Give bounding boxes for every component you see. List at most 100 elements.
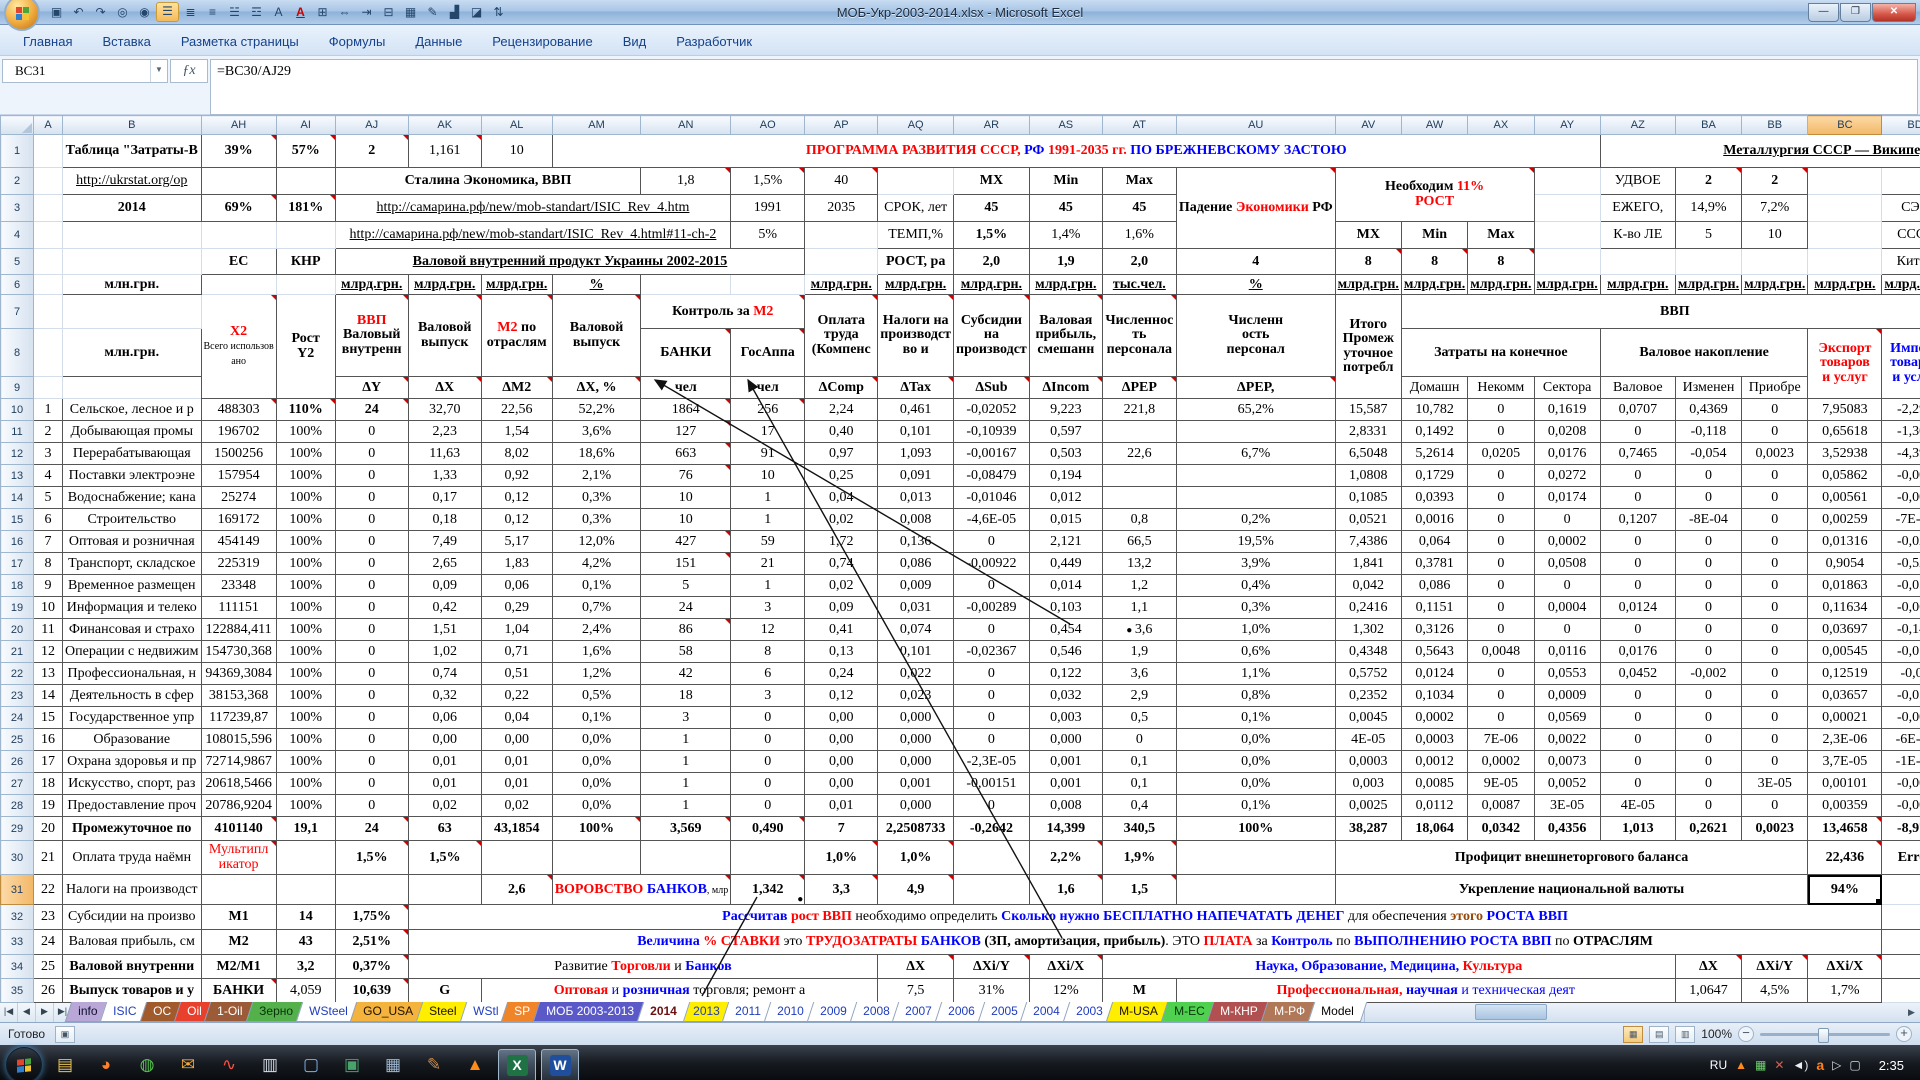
- cell-A25[interactable]: 16: [34, 729, 63, 751]
- column-header-AZ[interactable]: AZ: [1600, 116, 1675, 135]
- cell-AR17[interactable]: -0,00922: [954, 553, 1030, 575]
- column-header-AL[interactable]: AL: [481, 116, 552, 135]
- cell-BA10[interactable]: 0,4369: [1675, 399, 1741, 421]
- maximize-button[interactable]: ❐: [1840, 3, 1871, 22]
- cell-AX10[interactable]: 0: [1468, 399, 1534, 421]
- cell-AT30[interactable]: 1,9%: [1102, 841, 1176, 875]
- cell-AP3[interactable]: 2035: [805, 195, 878, 222]
- cell-AR25[interactable]: 0: [954, 729, 1030, 751]
- taskbar-excel-icon[interactable]: X: [498, 1049, 536, 1080]
- cell-AO10[interactable]: 256: [731, 399, 805, 421]
- cell-AJ30[interactable]: 1,5%: [335, 841, 408, 875]
- cell-AT35[interactable]: М: [1102, 979, 1176, 1003]
- cell-B10[interactable]: Сельское, лесное и р: [63, 399, 202, 421]
- cell-AI22[interactable]: 100%: [276, 663, 335, 685]
- align-right-icon[interactable]: ☲: [246, 3, 267, 21]
- cell-AK34[interactable]: Развитие Торговли и Банков: [408, 955, 878, 979]
- tray-blocked-icon[interactable]: ✕: [1774, 1059, 1784, 1071]
- horizontal-scrollbar[interactable]: ▶: [1364, 1002, 1920, 1022]
- cell-AY16[interactable]: 0,0002: [1534, 531, 1600, 553]
- cell-B8[interactable]: млн.грн.: [63, 329, 202, 377]
- horizontal-scroll-thumb[interactable]: [1475, 1004, 1547, 1020]
- cell-AO15[interactable]: 1: [731, 509, 805, 531]
- tray-vlc-icon[interactable]: ▲: [1735, 1059, 1747, 1071]
- cell-AS19[interactable]: 0,103: [1029, 597, 1102, 619]
- column-header-AN[interactable]: AN: [641, 116, 731, 135]
- cell-AY11[interactable]: 0,0208: [1534, 421, 1600, 443]
- page-break-view-icon[interactable]: ▥: [1675, 1026, 1695, 1043]
- cell-AT7[interactable]: Численностьперсонала: [1102, 295, 1176, 377]
- cell-AT4[interactable]: 1,6%: [1102, 222, 1176, 249]
- cell-AV13[interactable]: 1,0808: [1335, 465, 1401, 487]
- cell-BC34[interactable]: ΔXi/X: [1808, 955, 1882, 979]
- cell-AS34[interactable]: ΔXi/X: [1029, 955, 1102, 979]
- cell-AV12[interactable]: 6,5048: [1335, 443, 1401, 465]
- column-header-BD[interactable]: BD: [1882, 116, 1920, 135]
- cell-AN7[interactable]: Контроль за М2: [641, 295, 805, 329]
- cell-AW21[interactable]: 0,5643: [1401, 641, 1467, 663]
- cell-AV10[interactable]: 15,587: [1335, 399, 1401, 421]
- zoom-out-icon[interactable]: −: [1738, 1026, 1754, 1042]
- cell-AI6[interactable]: [276, 275, 335, 295]
- cell-AN24[interactable]: 3: [641, 707, 731, 729]
- cell-AU31[interactable]: [1176, 875, 1335, 905]
- row-header-22[interactable]: 22: [1, 663, 34, 685]
- cell-AY15[interactable]: 0: [1534, 509, 1600, 531]
- cell-BD15[interactable]: -7E-04: [1882, 509, 1920, 531]
- cell-BD21[interactable]: -0,016: [1882, 641, 1920, 663]
- cell-AR18[interactable]: 0: [954, 575, 1030, 597]
- cell-AZ11[interactable]: 0: [1600, 421, 1675, 443]
- cell-BB20[interactable]: 0: [1742, 619, 1808, 641]
- cell-BA18[interactable]: 0: [1675, 575, 1741, 597]
- cell-AS24[interactable]: 0,003: [1029, 707, 1102, 729]
- cell-AQ34[interactable]: ΔX: [878, 955, 954, 979]
- next-sheet-icon[interactable]: ▶: [36, 1002, 54, 1022]
- cell-AO20[interactable]: 12: [731, 619, 805, 641]
- cell-AH35[interactable]: БАНКИ: [201, 979, 276, 1003]
- cell-AV20[interactable]: 1,302: [1335, 619, 1401, 641]
- cell-AI26[interactable]: 100%: [276, 751, 335, 773]
- cell-AK22[interactable]: 0,74: [408, 663, 481, 685]
- cell-AN23[interactable]: 18: [641, 685, 731, 707]
- cell-BD14[interactable]: -0,004: [1882, 487, 1920, 509]
- cell-AH28[interactable]: 20786,9204: [201, 795, 276, 817]
- cell-AT17[interactable]: 13,2: [1102, 553, 1176, 575]
- row-header-33[interactable]: 33: [1, 930, 34, 955]
- cell-B1[interactable]: Таблица "Затраты-В: [63, 135, 202, 168]
- cell-AJ35[interactable]: 10,639: [335, 979, 408, 1003]
- font-color-icon[interactable]: A: [290, 3, 311, 21]
- macro-record-icon[interactable]: ▣: [55, 1026, 75, 1043]
- cell-AI5[interactable]: КНР: [276, 249, 335, 275]
- cell-AH7[interactable]: X2Всего использовано: [201, 295, 276, 399]
- cell-AH20[interactable]: 122884,411: [201, 619, 276, 641]
- cell-AJ24[interactable]: 0: [335, 707, 408, 729]
- cell-AR22[interactable]: 0: [954, 663, 1030, 685]
- cell-BC16[interactable]: 0,01316: [1808, 531, 1882, 553]
- cell-A35[interactable]: 26: [34, 979, 63, 1003]
- row-header-12[interactable]: 12: [1, 443, 34, 465]
- cell-AS10[interactable]: 9,223: [1029, 399, 1102, 421]
- cell-A16[interactable]: 7: [34, 531, 63, 553]
- cell-AK17[interactable]: 2,65: [408, 553, 481, 575]
- cell-AK33[interactable]: Величина % СТАВКИ это ТРУДОЗАТРАТЫ БАНКО…: [408, 930, 1882, 955]
- ribbon-tab-Вставка[interactable]: Вставка: [87, 29, 165, 55]
- cell-A18[interactable]: 9: [34, 575, 63, 597]
- cell-AP2[interactable]: 40: [805, 168, 878, 195]
- cell-BD2[interactable]: [1882, 168, 1920, 195]
- cell-AJ32[interactable]: 1,75%: [335, 905, 408, 930]
- cell-AR9[interactable]: ΔSub: [954, 377, 1030, 399]
- cell-B22[interactable]: Профессиональная, н: [63, 663, 202, 685]
- row-header-20[interactable]: 20: [1, 619, 34, 641]
- cell-A30[interactable]: 21: [34, 841, 63, 875]
- cell-AL20[interactable]: 1,04: [481, 619, 552, 641]
- cell-AI2[interactable]: [276, 168, 335, 195]
- cell-AU7[interactable]: Численностьперсонал: [1176, 295, 1335, 377]
- cell-AJ6[interactable]: млрд.грн.: [335, 275, 408, 295]
- cell-AI3[interactable]: 181%: [276, 195, 335, 222]
- cell-AX14[interactable]: 0: [1468, 487, 1534, 509]
- cell-AP7[interactable]: Оплататруда(Компенс: [805, 295, 878, 377]
- cell-AM18[interactable]: 0,1%: [552, 575, 641, 597]
- row-header-14[interactable]: 14: [1, 487, 34, 509]
- minimize-button[interactable]: —: [1808, 3, 1839, 22]
- cell-BD27[interactable]: -0,003: [1882, 773, 1920, 795]
